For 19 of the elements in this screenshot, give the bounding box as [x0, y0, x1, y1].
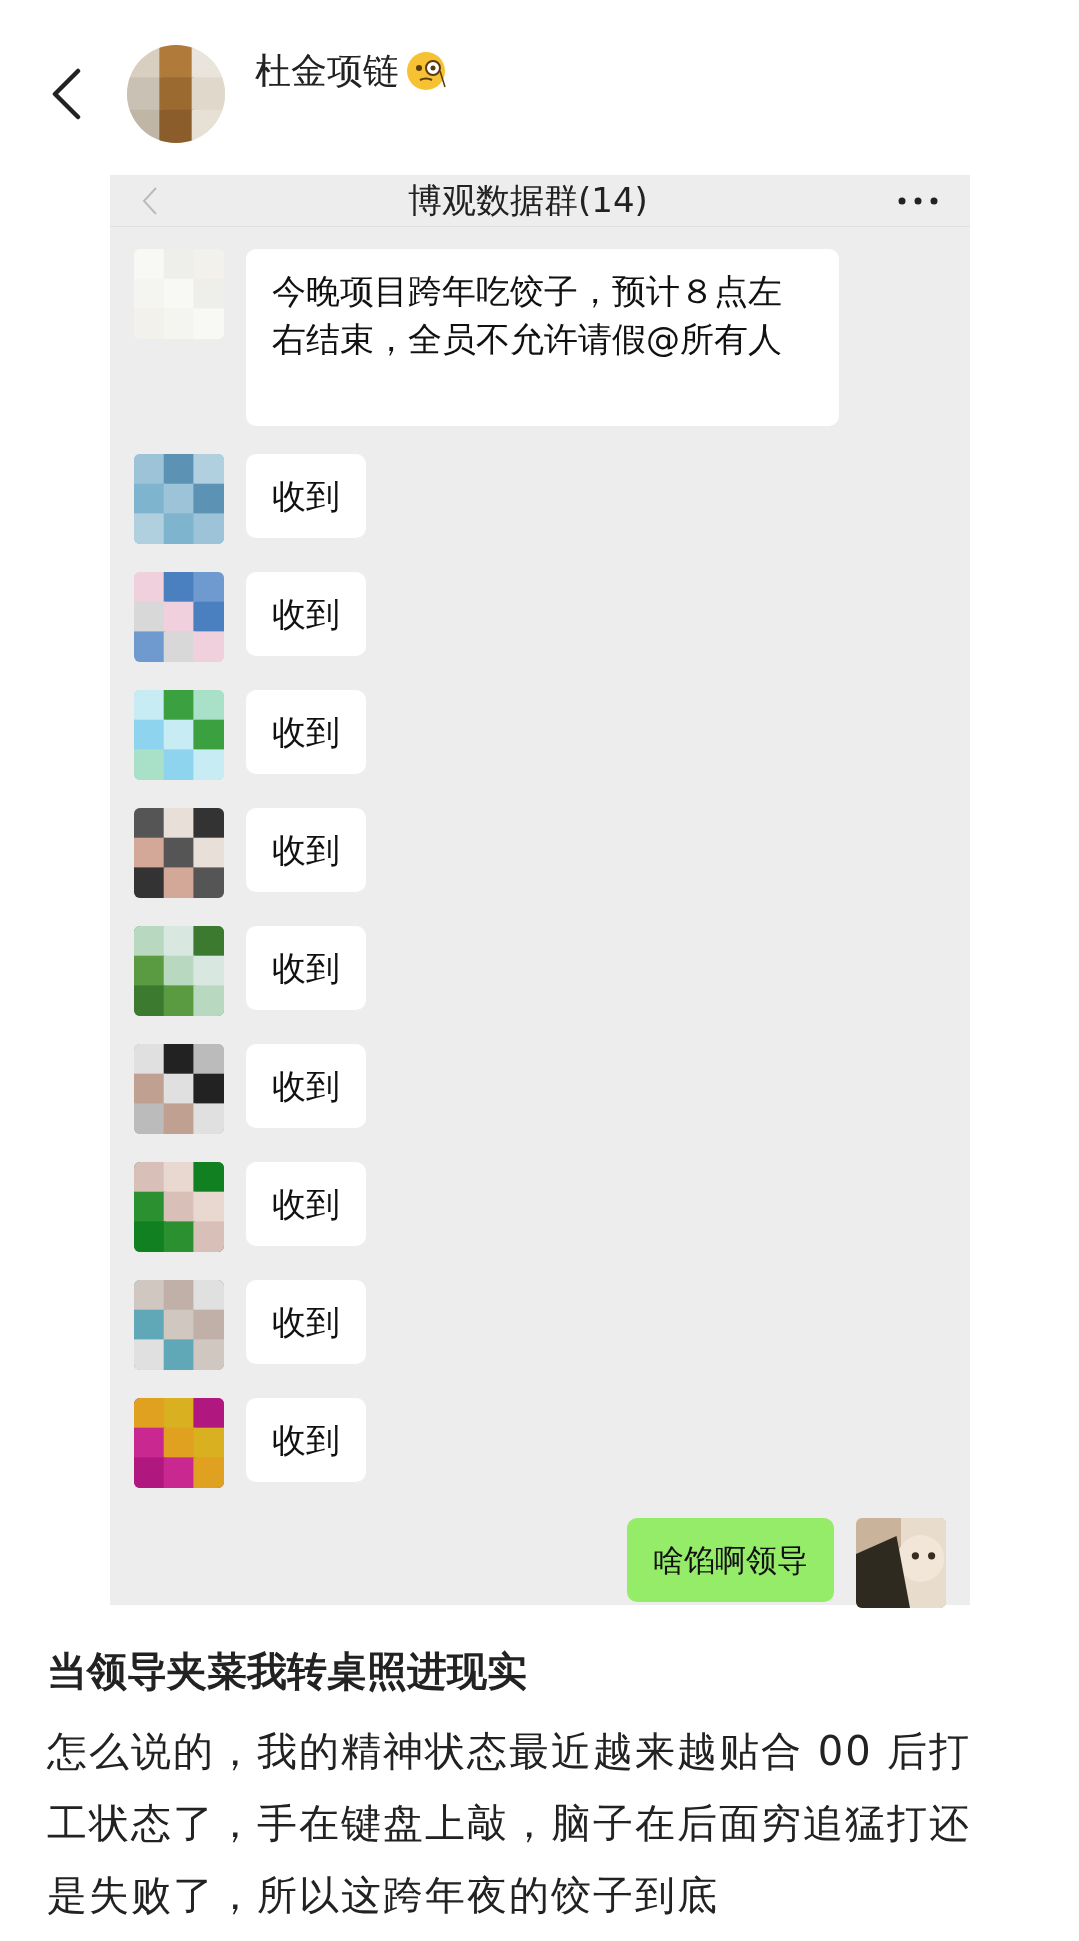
message-bubble: 收到: [246, 1280, 366, 1364]
message-bubble: 收到: [246, 808, 366, 892]
more-icon: [898, 196, 938, 205]
message-bubble: 收到: [246, 690, 366, 774]
message-bubble: 今晚项目跨年吃饺子，预计８点左右结束，全员不允许请假@所有人: [246, 249, 839, 426]
message-bubble: 收到: [246, 1044, 366, 1128]
chat-title: 博观数据群(14): [408, 179, 648, 222]
message-bubble: 收到: [246, 1398, 366, 1482]
back-icon: [142, 185, 158, 216]
post-headline: 当领导夹菜我转桌照进现实: [47, 1647, 528, 1696]
message-bubble: 收到: [246, 926, 366, 1010]
back-icon[interactable]: [50, 68, 82, 120]
author-name[interactable]: 杜金项链: [255, 44, 399, 98]
monocle-face-icon: [405, 49, 449, 93]
message-bubble: 收到: [246, 572, 366, 656]
message-bubble: 收到: [246, 1162, 366, 1246]
post-body: 怎么说的，我的精神状态最近越来越贴合 00 后打 工状态了，手在键盘上敲，脑子在后面穷追猛打还 是失败了，所以这跨年夜的饺子到底: [47, 1727, 973, 1920]
sent-message-bubble: 啥馅啊领导: [627, 1518, 834, 1602]
message-bubble: 收到: [246, 454, 366, 538]
